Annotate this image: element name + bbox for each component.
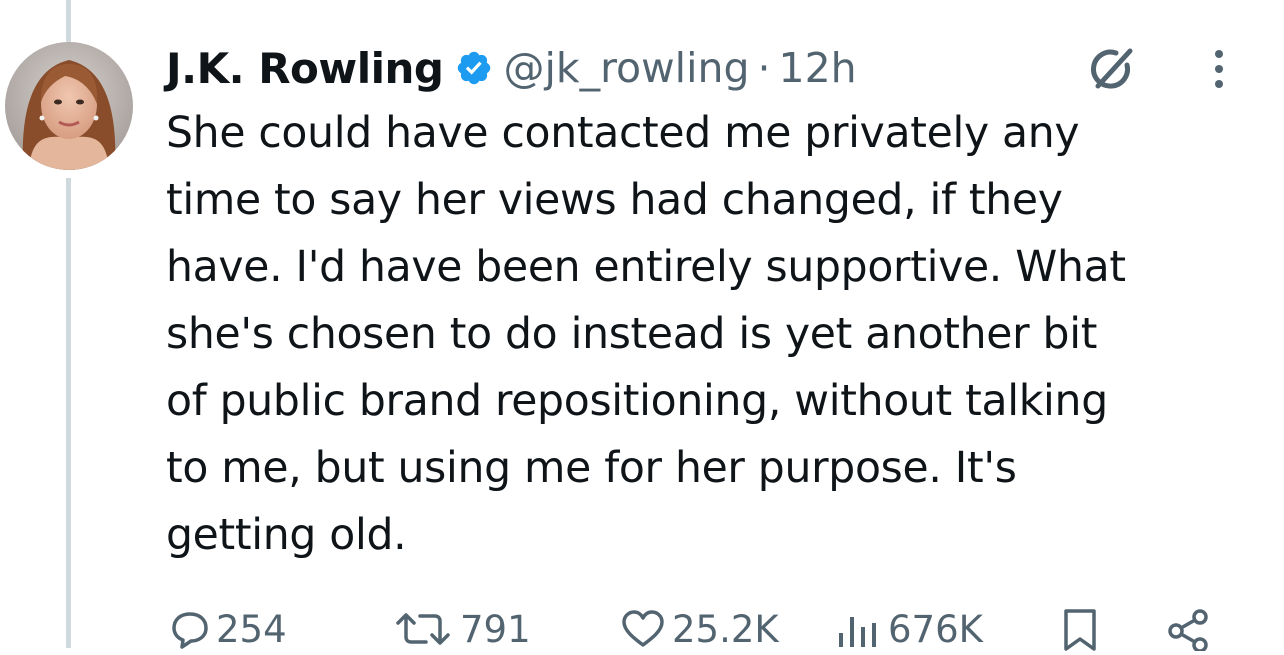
more-vertical-icon[interactable] <box>1205 46 1233 92</box>
tweet-timestamp[interactable]: 12h <box>779 44 857 92</box>
reply-icon <box>172 612 208 649</box>
tweet-header: J.K. Rowling @jk_rowling · 12h <box>166 36 857 100</box>
header-separator: · <box>757 44 771 92</box>
tweet-text-line: she's chosen to do instead is yet anothe… <box>166 310 1098 359</box>
grok-icon[interactable] <box>1086 44 1136 94</box>
tweet-text-line: to me, but using me for her purpose. It'… <box>166 444 1017 493</box>
heart-icon <box>622 610 664 647</box>
thread-line-bottom <box>66 178 71 648</box>
like-button[interactable]: 25.2K <box>620 603 779 655</box>
like-count: 25.2K <box>672 607 779 651</box>
views-icon <box>839 617 876 647</box>
thread-line-top <box>66 0 71 42</box>
reply-count: 254 <box>216 607 287 651</box>
avatar-photo <box>5 42 133 170</box>
repost-count: 791 <box>460 607 531 651</box>
share-icon <box>1168 609 1208 651</box>
views-count: 676K <box>888 607 983 651</box>
verified-badge-icon[interactable] <box>455 49 493 87</box>
repost-icon <box>396 613 450 645</box>
repost-button[interactable]: 791 <box>392 603 531 655</box>
author-display-name[interactable]: J.K. Rowling <box>166 44 444 93</box>
tweet-text: She could have contacted me privately an… <box>166 100 1256 569</box>
bookmark-icon <box>1064 609 1096 651</box>
tweet-text-line: have. I'd have been entirely supportive.… <box>166 243 1126 292</box>
bookmark-button[interactable] <box>1060 603 1100 655</box>
reply-button[interactable]: 254 <box>170 603 287 655</box>
avatar[interactable] <box>5 42 133 170</box>
views-button[interactable]: 676K <box>836 603 983 655</box>
share-button[interactable] <box>1166 603 1212 655</box>
tweet-actions: 254 791 25.2K 676K <box>0 603 1284 655</box>
tweet-text-line: getting old. <box>166 511 407 560</box>
tweet-text-line: of public brand repositioning, without t… <box>166 377 1108 426</box>
tweet-text-line: time to say her views had changed, if th… <box>166 176 1063 225</box>
tweet-text-line: She could have contacted me privately an… <box>166 109 1080 158</box>
author-handle[interactable]: @jk_rowling <box>503 44 749 92</box>
